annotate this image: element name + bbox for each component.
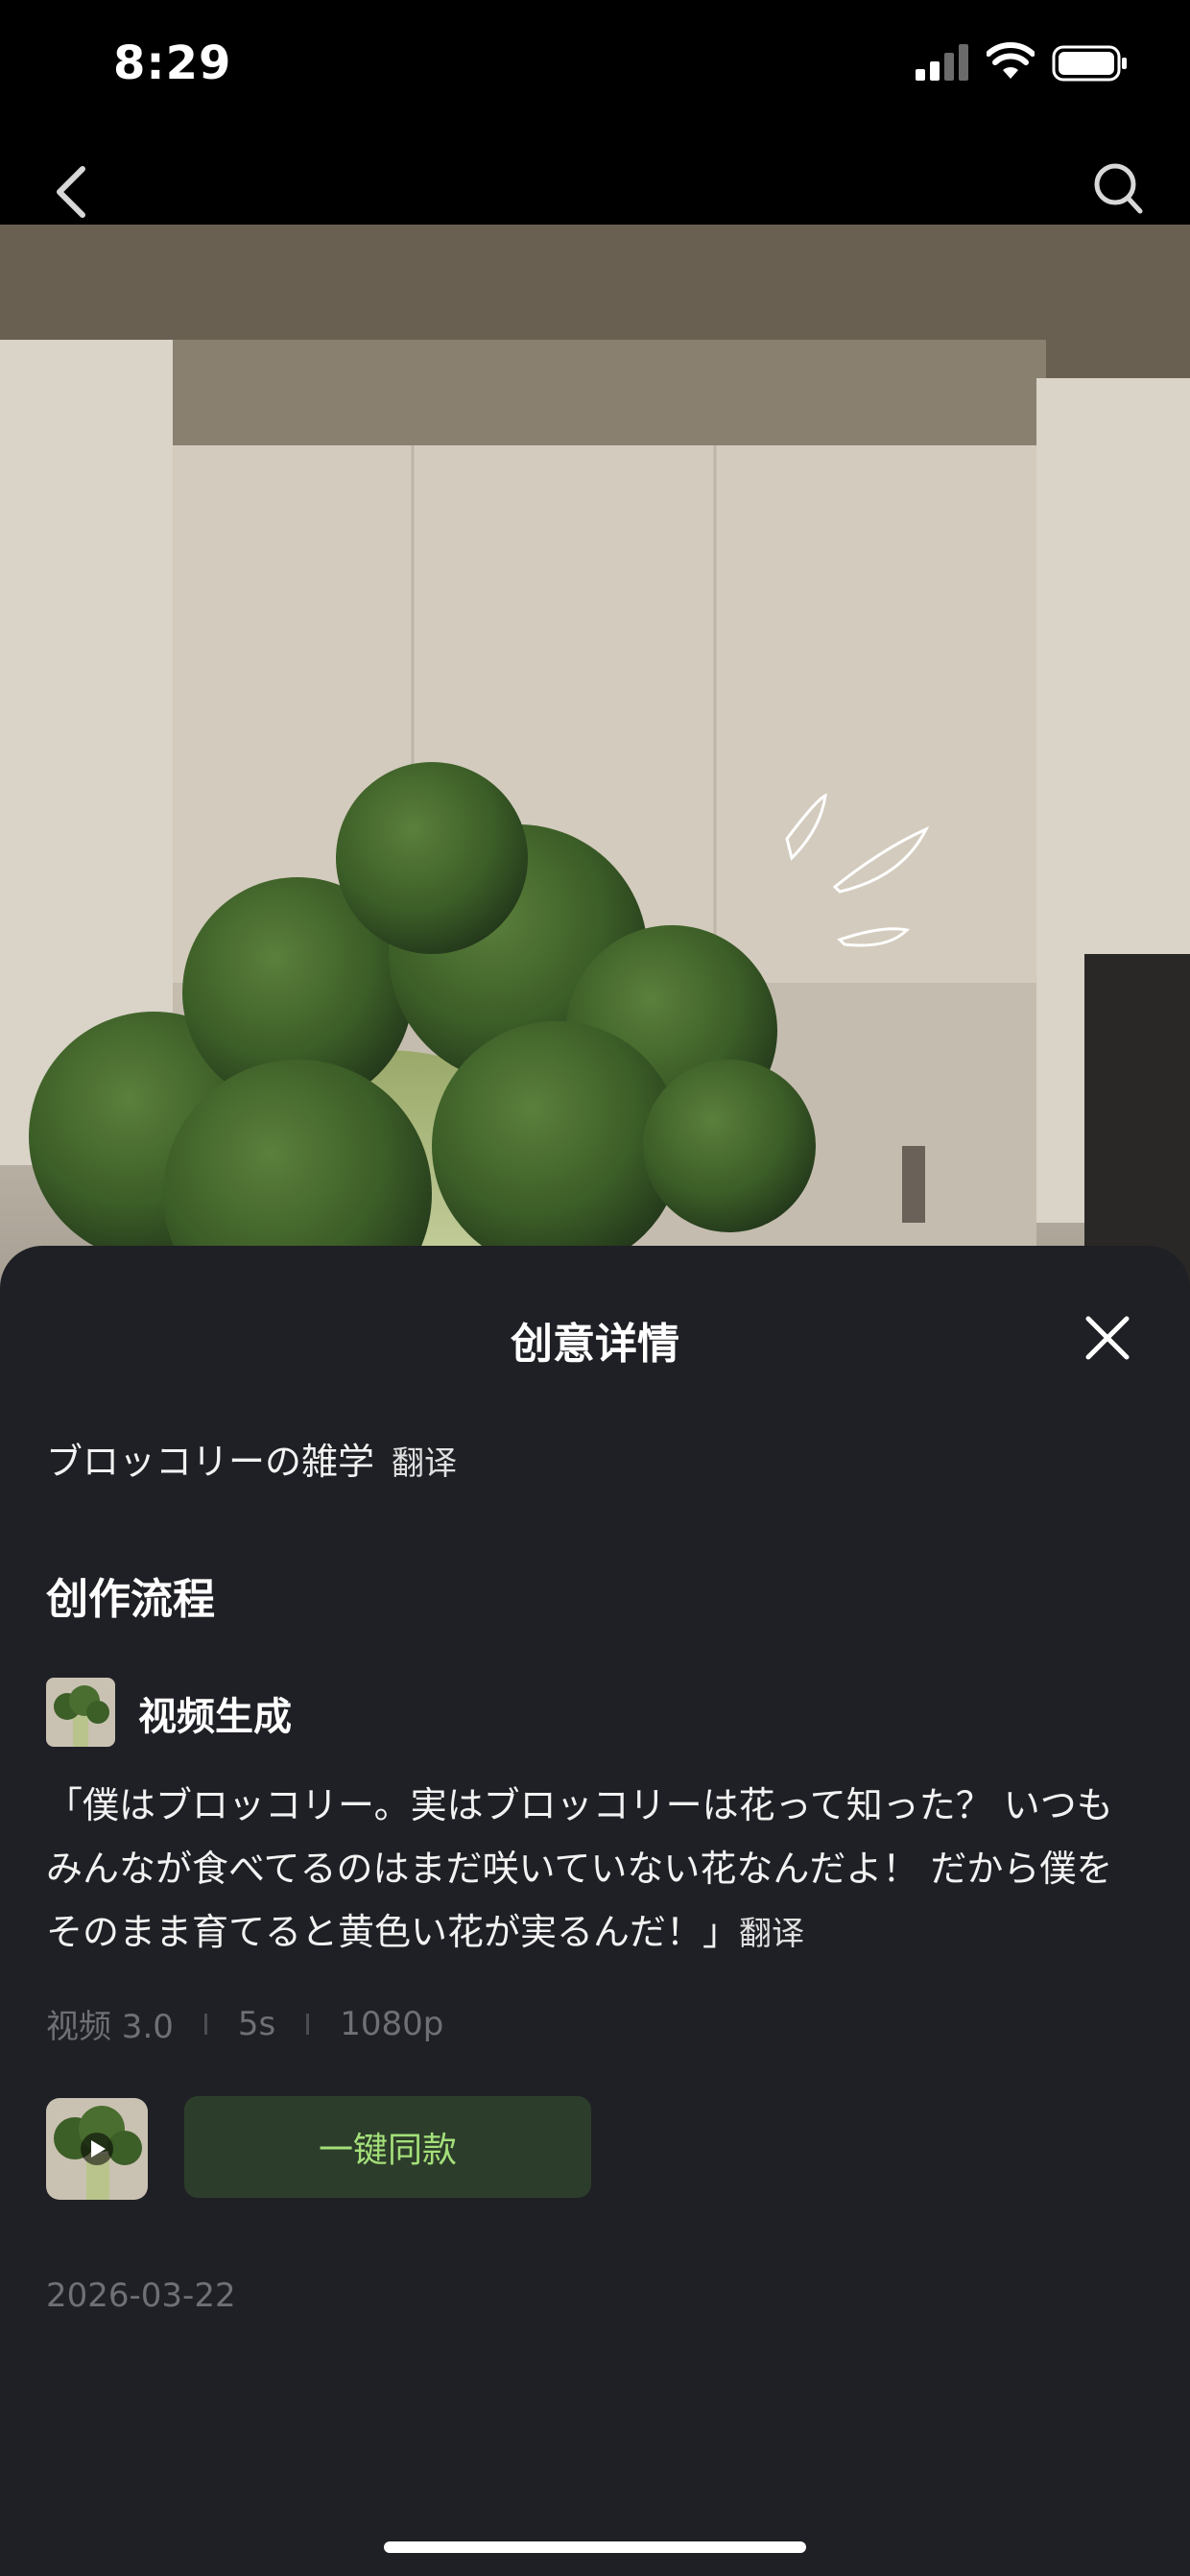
generation-meta: 视频 3.0 5s 1080p (46, 2000, 443, 2047)
model-version: 视频 3.0 (46, 2008, 174, 2046)
video-result-thumbnail[interactable] (46, 2098, 148, 2200)
chevron-left-icon[interactable] (50, 163, 92, 221)
meta-divider (203, 2013, 207, 2035)
meta-divider (306, 2013, 310, 2035)
creative-details-sheet: 创意详情 ブロッコリーの雑学 翻译 创作流程 视频生成 「僕はブロッコリー。実はブ… (0, 1246, 1190, 2576)
work-title: ブロッコリーの雑学 翻译 (46, 1432, 457, 1485)
search-icon[interactable] (1092, 161, 1144, 215)
resolution: 1080p (340, 2004, 444, 2043)
one-click-clone-button[interactable]: 一键同款 (184, 2096, 591, 2198)
video-preview[interactable] (0, 225, 1190, 1319)
prompt-translate-link[interactable]: 翻译 (739, 1915, 804, 1953)
sheet-title: 创意详情 (511, 1320, 679, 1369)
step-name: 视频生成 (138, 1695, 292, 1739)
section-title: 创作流程 (46, 1575, 215, 1624)
battery-icon (1052, 45, 1127, 82)
home-indicator[interactable] (384, 2541, 806, 2553)
nav-bar (0, 134, 1190, 225)
prompt-body: 「僕はブロッコリー。実はブロッコリーは花って知った？ いつもみんなが食べてるのは… (46, 1784, 1113, 1953)
duration: 5s (237, 2004, 276, 2043)
broccoli-kitchen-image (0, 225, 1190, 1319)
work-title-text: ブロッコリーの雑学 (46, 1441, 375, 1483)
status-time: 8:29 (113, 36, 232, 90)
publish-date: 2026-03-22 (46, 2277, 236, 2315)
translate-link[interactable]: 翻译 (392, 1444, 457, 1483)
step-thumbnail (46, 1678, 115, 1747)
wifi-icon (987, 42, 1035, 79)
cellular-signal-icon (916, 44, 968, 81)
prompt-text: 「僕はブロッコリー。実はブロッコリーは花って知った？ いつもみんなが食べてるのは… (46, 1774, 1144, 1966)
close-icon[interactable] (1083, 1313, 1132, 1363)
status-bar: 8:29 (0, 0, 1190, 134)
